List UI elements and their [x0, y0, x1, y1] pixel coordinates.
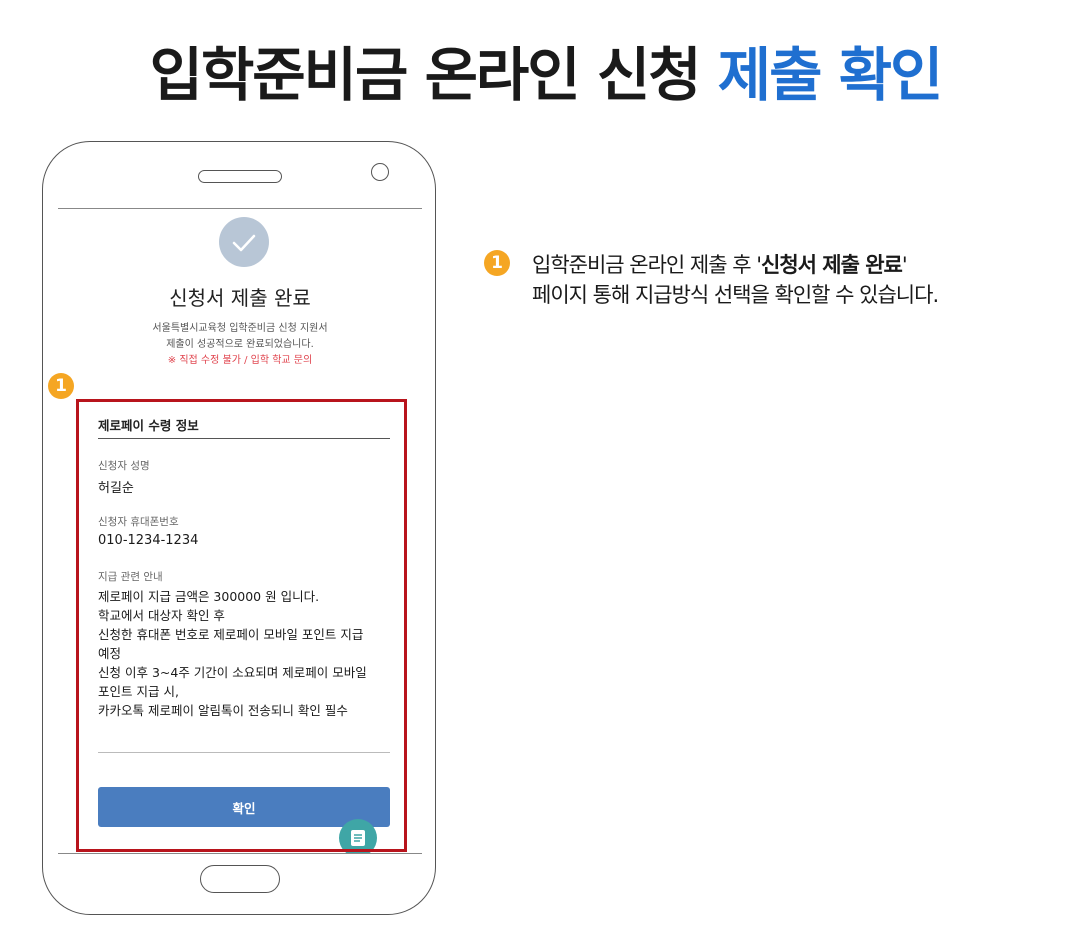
- completion-desc-line2: 제출이 성공적으로 완료되었습니다.: [166, 339, 314, 350]
- callout-line2: 페이지 통해 지급방식 선택을 확인할 수 있습니다.: [532, 283, 939, 307]
- callout-description: 입학준비금 온라인 제출 후 '신청서 제출 완료' 페이지 통해 지급방식 선…: [532, 250, 939, 310]
- completion-desc-line1: 서울특별시교육청 입학준비금 신청 지원서: [152, 323, 328, 334]
- headline-main: 입학준비금 온라인 신청: [149, 41, 702, 109]
- phone-home-button: [200, 865, 280, 893]
- callout-bold: 신청서 제출 완료: [761, 253, 903, 277]
- callout-number-badge: 1: [484, 250, 510, 276]
- headline-accent: 제출 확인: [717, 41, 944, 109]
- callout-suffix: ': [901, 253, 908, 277]
- warning-text: ※ 직접 수정 불가 / 입학 학교 문의: [167, 355, 313, 366]
- callout-prefix: 입학준비금 온라인 제출 후 ': [532, 253, 762, 277]
- phone-camera: [371, 163, 389, 181]
- check-icon: [219, 217, 269, 267]
- page-headline: 입학준비금 온라인 신청 제출 확인: [0, 28, 1091, 112]
- highlight-box: [76, 399, 407, 852]
- callout-line1: 입학준비금 온라인 제출 후 '신청서 제출 완료': [532, 250, 938, 280]
- completion-title: 신청서 제출 완료: [169, 286, 311, 310]
- step-number-badge: 1: [48, 373, 74, 399]
- phone-speaker: [198, 170, 282, 183]
